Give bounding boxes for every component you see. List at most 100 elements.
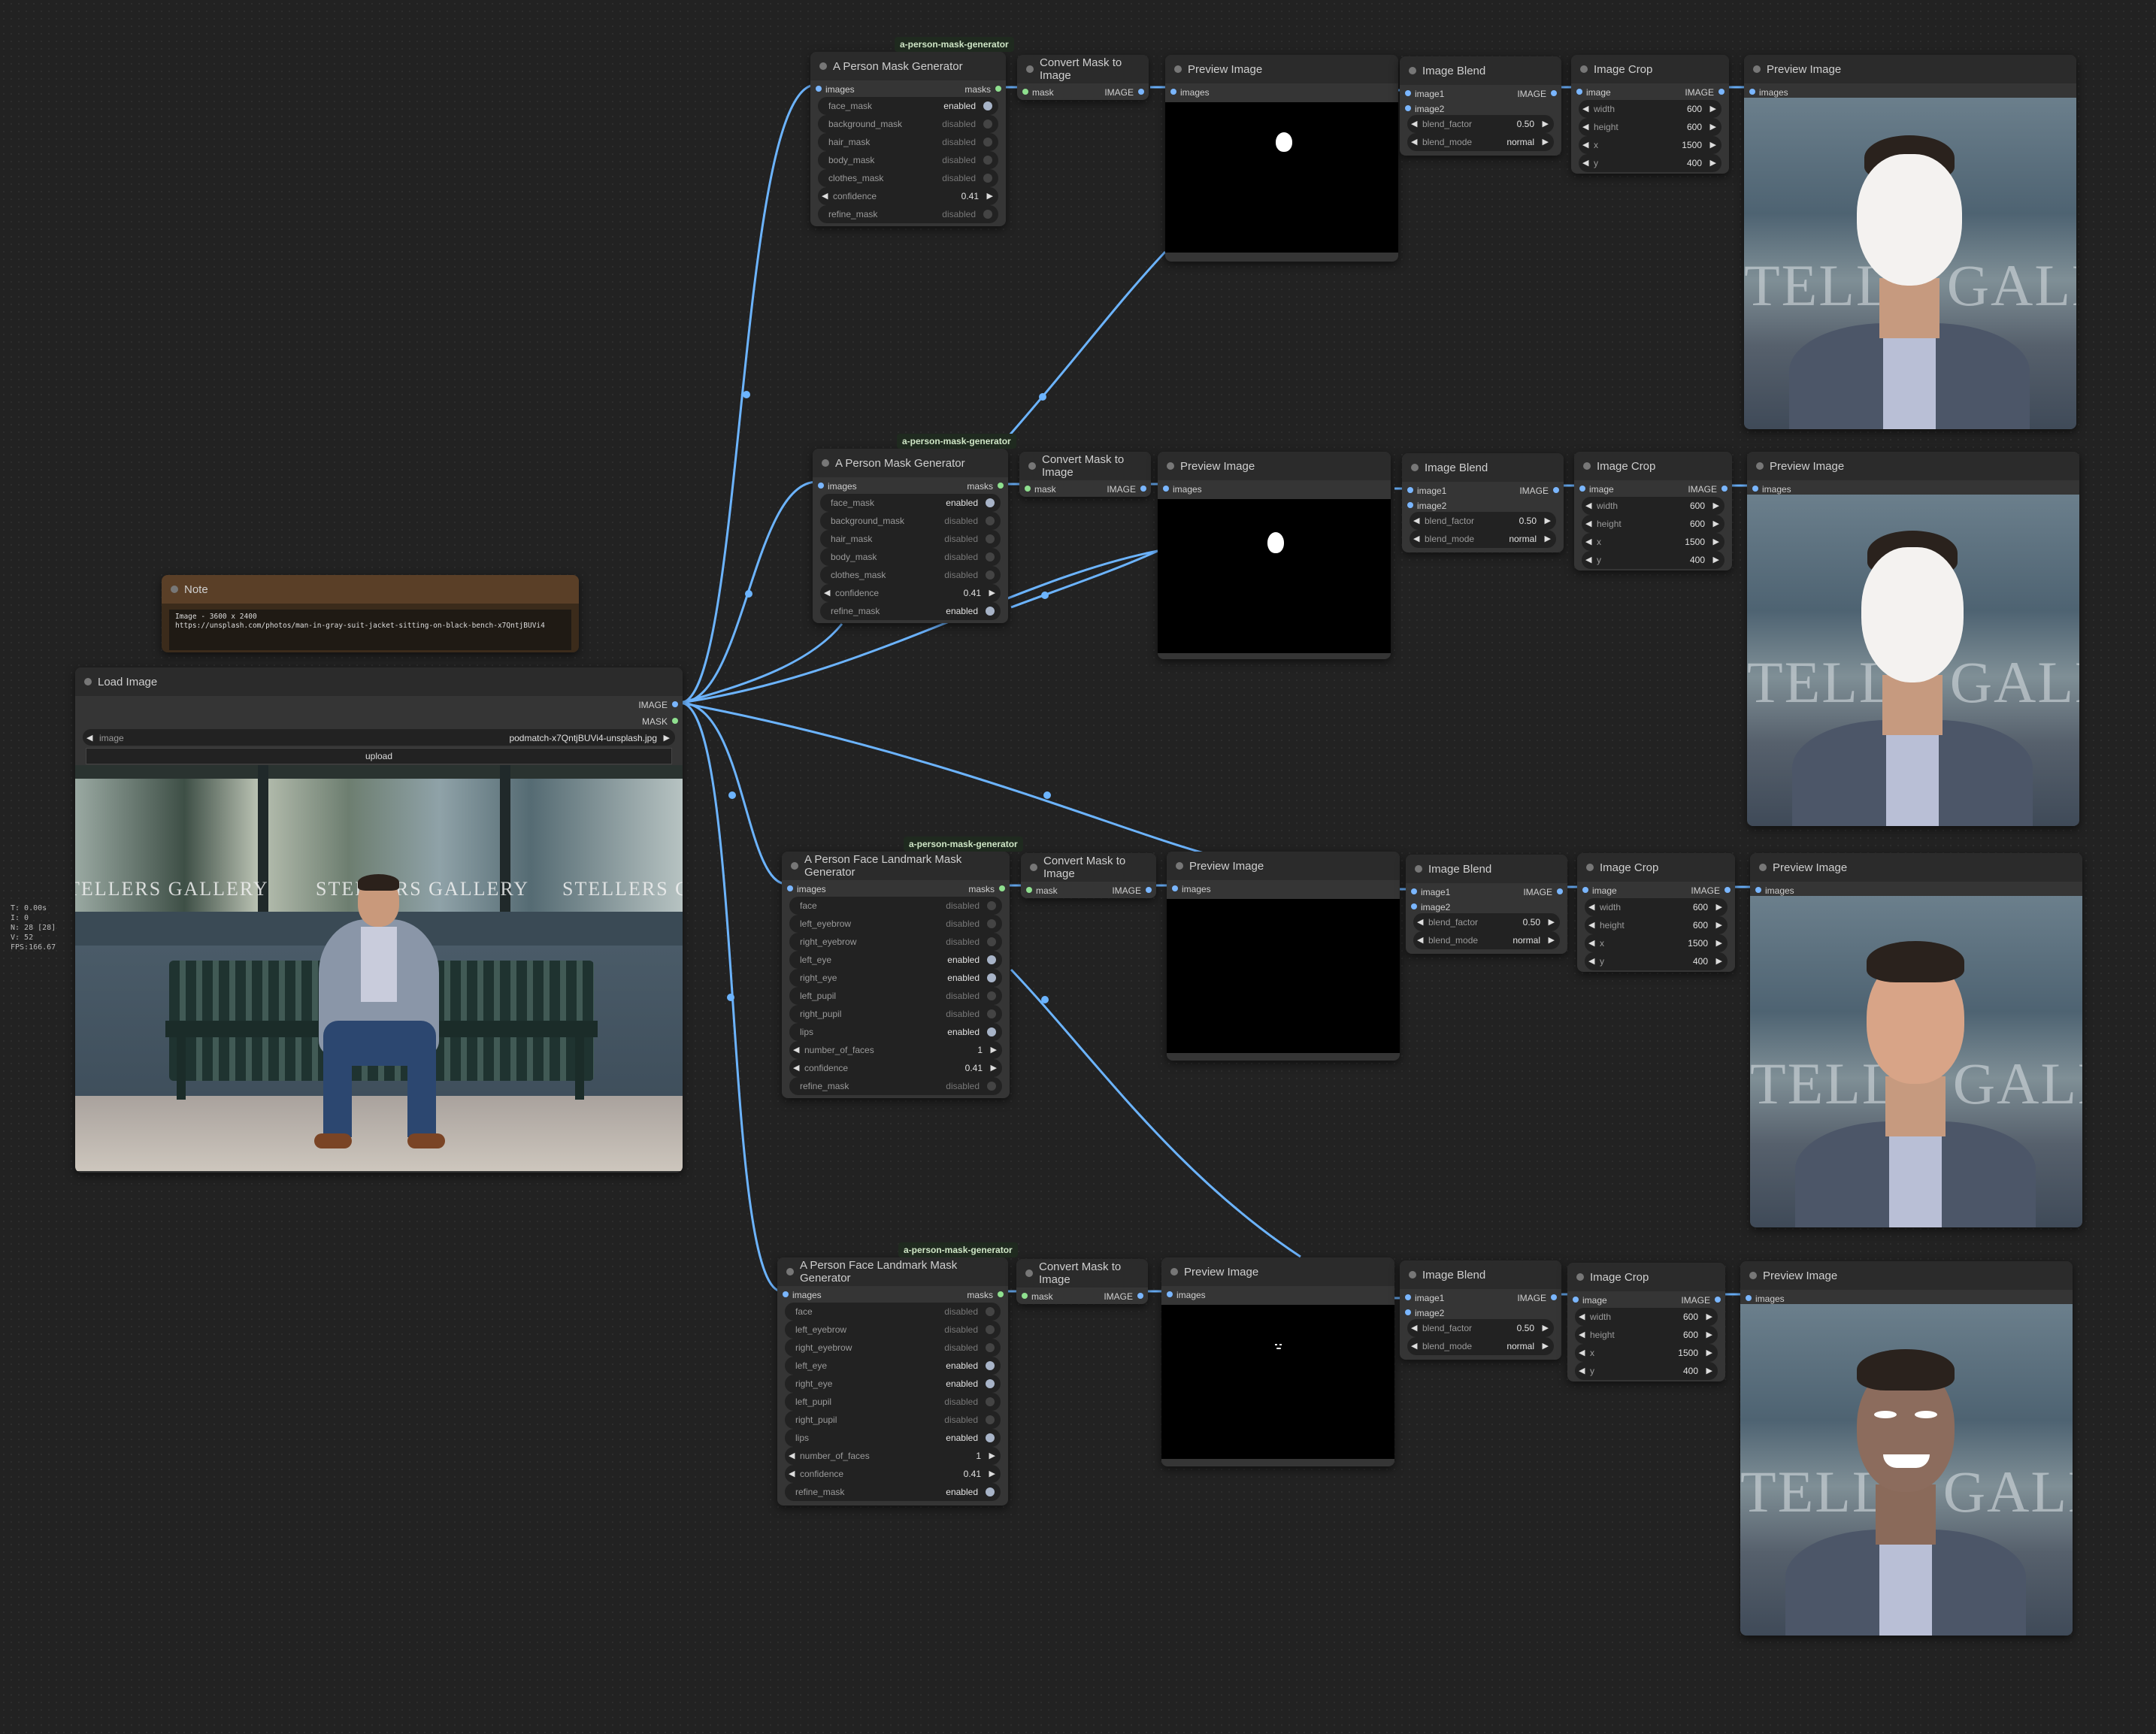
image-combo[interactable]: ◀ image podmatch-x7QntjBUVi4-unsplash.jpg ▶ xyxy=(83,729,675,746)
output-pin[interactable] xyxy=(672,718,678,724)
toggle-knob[interactable] xyxy=(983,210,992,219)
node-header[interactable]: Note xyxy=(162,575,579,604)
io-slots[interactable]: mask IMAGE xyxy=(1017,83,1149,100)
left-arrow-icon[interactable]: ◀ xyxy=(789,1451,795,1460)
input-pin[interactable] xyxy=(1026,887,1032,893)
toggle-knob[interactable] xyxy=(983,101,992,110)
left-arrow-icon[interactable]: ◀ xyxy=(1582,104,1588,113)
toggle-face-mask[interactable]: face_mask enabled xyxy=(820,494,1001,512)
right-arrow-icon[interactable]: ▶ xyxy=(1716,902,1722,912)
toggle-refine-mask[interactable]: refine_mask enabled xyxy=(820,602,1001,620)
output-pin[interactable] xyxy=(995,86,1001,92)
right-arrow-icon[interactable]: ▶ xyxy=(987,191,993,201)
image-crop-node[interactable]: Image Crop image IMAGE ◀ width 600 ▶ ◀ height… xyxy=(1571,55,1729,174)
io-slots[interactable]: image1 IMAGE xyxy=(1406,883,1567,898)
preview-image-node[interactable]: Preview Image images TELLE GALL xyxy=(1740,1261,2073,1636)
left-arrow-icon[interactable]: ◀ xyxy=(1417,917,1423,927)
toggle-refine-mask[interactable]: refine_mask disabled xyxy=(789,1077,1002,1095)
toggle-knob[interactable] xyxy=(986,552,995,561)
right-arrow-icon[interactable]: ▶ xyxy=(1710,122,1716,132)
toggle-body-mask[interactable]: body_mask disabled xyxy=(820,548,1001,566)
confidence-number[interactable]: ◀ confidence 0.41 ▶ xyxy=(818,187,998,205)
convert-mask-node[interactable]: Convert Mask to Image mask IMAGE xyxy=(1017,55,1149,100)
person-mask-generator-node[interactable]: A Person Mask Generator images masks face… xyxy=(813,449,1008,623)
input-pin[interactable] xyxy=(1167,1291,1173,1297)
io-slots[interactable]: images xyxy=(1158,480,1391,497)
left-arrow-icon[interactable]: ◀ xyxy=(793,1063,799,1073)
toggle-right-eyebrow[interactable]: right_eyebrow disabled xyxy=(785,1339,1001,1357)
toggle-knob[interactable] xyxy=(986,498,995,507)
io-slots[interactable]: image2 xyxy=(1400,100,1561,115)
right-arrow-icon[interactable]: ▶ xyxy=(1549,917,1555,927)
io-slots[interactable]: images masks xyxy=(813,477,1008,494)
right-arrow-icon[interactable]: ▶ xyxy=(1716,938,1722,948)
image-blend-node[interactable]: Image Blend image1 IMAGE image2 ◀ blend_fa… xyxy=(1400,56,1561,156)
right-arrow-icon[interactable]: ▶ xyxy=(1710,140,1716,150)
input-pin[interactable] xyxy=(1407,487,1413,493)
io-slots[interactable]: mask IMAGE xyxy=(1021,882,1156,898)
right-arrow-icon[interactable]: ▶ xyxy=(1549,935,1555,945)
collapse-dot[interactable] xyxy=(1586,864,1594,871)
left-arrow-icon[interactable]: ◀ xyxy=(793,1045,799,1055)
preview-image-node[interactable]: Preview Image images xyxy=(1158,452,1391,659)
image-blend-node[interactable]: Image Blend image1 IMAGE image2 ◀ blend_fa… xyxy=(1400,1260,1561,1360)
right-arrow-icon[interactable]: ▶ xyxy=(1545,516,1551,525)
left-arrow-icon[interactable]: ◀ xyxy=(1582,140,1588,150)
blend-factor-number[interactable]: ◀ blend_factor 0.50 ▶ xyxy=(1410,512,1556,530)
input-pin[interactable] xyxy=(1411,888,1417,894)
node-header[interactable]: Preview Image xyxy=(1740,1261,2073,1290)
input-pin[interactable] xyxy=(816,86,822,92)
face-landmark-mask-generator-node[interactable]: A Person Face Landmark Mask Generator im… xyxy=(777,1257,1008,1506)
input-pin[interactable] xyxy=(1749,89,1755,95)
collapse-dot[interactable] xyxy=(822,459,829,467)
toggle-knob[interactable] xyxy=(983,138,992,147)
right-arrow-icon[interactable]: ▶ xyxy=(1710,158,1716,168)
preview-image-node[interactable]: Preview Image images xyxy=(1161,1257,1394,1466)
right-arrow-icon[interactable]: ▶ xyxy=(1706,1348,1712,1357)
node-header[interactable]: Preview Image xyxy=(1167,852,1400,880)
blend-mode-combo[interactable]: ◀ blend_mode normal ▶ xyxy=(1413,931,1560,949)
collapse-dot[interactable] xyxy=(1415,865,1422,873)
left-arrow-icon[interactable]: ◀ xyxy=(1585,519,1591,528)
io-slots[interactable]: image IMAGE xyxy=(1574,480,1732,497)
left-arrow-icon[interactable]: ◀ xyxy=(1582,158,1588,168)
crop-x-number[interactable]: ◀ x 1500 ▶ xyxy=(1585,934,1728,952)
io-slots[interactable]: mask IMAGE xyxy=(1016,1288,1148,1304)
toggle-knob[interactable] xyxy=(986,1415,995,1424)
left-arrow-icon[interactable]: ◀ xyxy=(1588,956,1594,966)
input-pin[interactable] xyxy=(1755,887,1761,893)
collapse-dot[interactable] xyxy=(1176,862,1183,870)
node-header[interactable]: Convert Mask to Image xyxy=(1021,853,1156,882)
crop-y-number[interactable]: ◀ y 400 ▶ xyxy=(1575,1362,1718,1380)
toggle-face-mask[interactable]: face_mask enabled xyxy=(818,97,998,115)
toggle-knob[interactable] xyxy=(986,1343,995,1352)
io-slots[interactable]: image1 IMAGE xyxy=(1402,482,1564,497)
image-blend-node[interactable]: Image Blend image1 IMAGE image2 ◀ blend_fa… xyxy=(1406,855,1567,954)
right-arrow-icon[interactable]: ▶ xyxy=(1545,534,1551,543)
right-arrow-icon[interactable]: ▶ xyxy=(1710,104,1716,113)
blend-mode-combo[interactable]: ◀ blend_mode normal ▶ xyxy=(1407,133,1554,151)
toggle-right-pupil[interactable]: right_pupil disabled xyxy=(789,1005,1002,1023)
toggle-knob[interactable] xyxy=(987,973,996,982)
right-arrow-icon[interactable]: ▶ xyxy=(1543,119,1549,129)
output-pin[interactable] xyxy=(1557,888,1563,894)
toggle-hair-mask[interactable]: hair_mask disabled xyxy=(820,530,1001,548)
blend-mode-combo[interactable]: ◀ blend_mode normal ▶ xyxy=(1407,1337,1554,1355)
collapse-dot[interactable] xyxy=(1749,1272,1757,1279)
input-pin[interactable] xyxy=(1582,887,1588,893)
node-header[interactable]: Image Crop xyxy=(1574,452,1732,480)
left-arrow-icon[interactable]: ◀ xyxy=(86,733,92,743)
preview-image-node[interactable]: Preview Image images TELLE GALL xyxy=(1750,853,2082,1227)
toggle-knob[interactable] xyxy=(986,1433,995,1442)
toggle-knob[interactable] xyxy=(987,1009,996,1018)
output-pin[interactable] xyxy=(1146,887,1152,893)
collapse-dot[interactable] xyxy=(1753,65,1761,73)
toggle-left-eyebrow[interactable]: left_eyebrow disabled xyxy=(785,1321,1001,1339)
node-header[interactable]: Image Blend xyxy=(1406,855,1567,883)
right-arrow-icon[interactable]: ▶ xyxy=(991,1063,997,1073)
input-pin[interactable] xyxy=(1405,1309,1411,1315)
left-arrow-icon[interactable]: ◀ xyxy=(1413,534,1419,543)
crop-height-number[interactable]: ◀ height 600 ▶ xyxy=(1575,1326,1718,1344)
toggle-right-eye[interactable]: right_eye enabled xyxy=(789,969,1002,987)
toggle-clothes-mask[interactable]: clothes_mask disabled xyxy=(818,169,998,187)
